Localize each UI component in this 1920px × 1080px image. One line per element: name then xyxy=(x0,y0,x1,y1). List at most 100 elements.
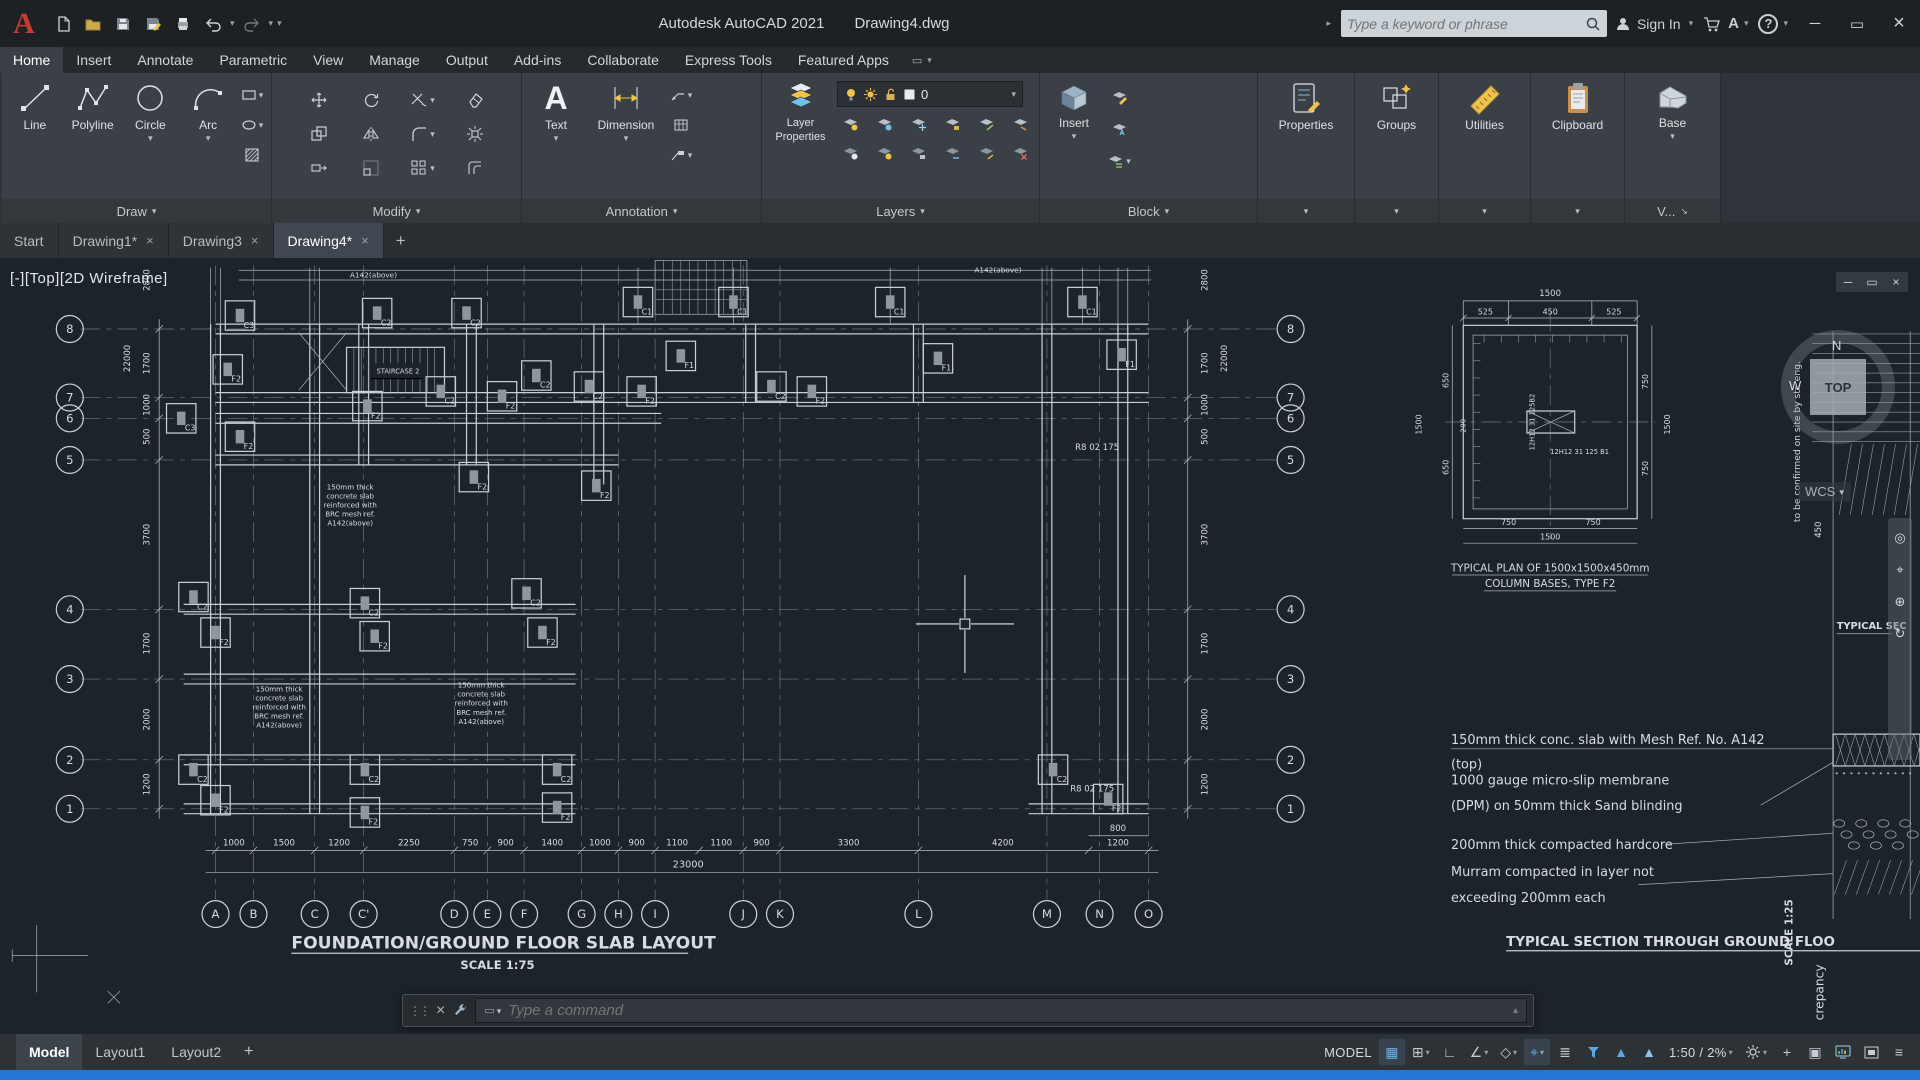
layout-tab-model[interactable]: Model xyxy=(16,1034,82,1070)
insert-dropdown-icon[interactable]: ▾ xyxy=(1072,132,1077,140)
layer-delete-tool[interactable] xyxy=(1007,141,1033,165)
search-icon[interactable] xyxy=(1585,16,1601,32)
arc-dropdown-icon[interactable]: ▾ xyxy=(206,134,211,142)
text-dropdown-icon[interactable]: ▾ xyxy=(554,134,559,142)
ribbon-display-toggle[interactable]: ▭ ▾ xyxy=(902,47,944,73)
viewport-restore-icon[interactable]: ▭ xyxy=(1860,272,1884,292)
isometric-drafting-toggle[interactable]: ◇▾ xyxy=(1495,1039,1522,1065)
lineweight-toggle[interactable]: ≣ xyxy=(1552,1039,1578,1065)
minimize-button[interactable]: ─ xyxy=(1794,0,1836,47)
panel-utilities-footer[interactable]: ▾ xyxy=(1439,199,1530,223)
copy-tool[interactable] xyxy=(306,122,332,146)
clipboard-button[interactable]: Clipboard xyxy=(1539,77,1617,199)
clean-screen-button[interactable] xyxy=(1858,1039,1884,1065)
ribbon-tab-add-ins[interactable]: Add-ins xyxy=(501,47,574,73)
redo-button[interactable] xyxy=(237,8,267,40)
ribbon-tab-featured-apps[interactable]: Featured Apps xyxy=(785,47,902,73)
doc-tab-drawing1-[interactable]: Drawing1*× xyxy=(59,223,169,258)
grid-display-toggle[interactable]: ▦ xyxy=(1379,1039,1405,1065)
search-arrow-icon[interactable]: ▸ xyxy=(1326,18,1331,29)
doc-tab-close-icon[interactable]: × xyxy=(361,233,369,248)
viewcube-top-face[interactable]: TOP xyxy=(1810,359,1866,415)
doc-tab-drawing4-[interactable]: Drawing4*× xyxy=(274,223,384,258)
workspace-switching-button[interactable]: ▾ xyxy=(1740,1039,1772,1065)
groups-button[interactable]: Groups xyxy=(1362,77,1432,199)
ellipse-tool[interactable]: ▾ xyxy=(239,113,265,137)
layer-merge-tool[interactable] xyxy=(973,141,999,165)
panel-properties-footer[interactable]: ▾ xyxy=(1258,199,1354,223)
graphics-performance-button[interactable] xyxy=(1830,1039,1856,1065)
panel-view-footer[interactable]: V...↘ xyxy=(1625,199,1720,223)
nav-wheel-icon[interactable]: ◎ xyxy=(1894,530,1905,546)
layer-thaw-tool[interactable] xyxy=(871,141,897,165)
layer-dropdown[interactable]: 0 ▾ xyxy=(837,81,1023,107)
panel-annotation-footer[interactable]: Annotation▾ xyxy=(522,199,761,223)
viewport-controls[interactable]: [-][Top][2D Wireframe] xyxy=(10,270,168,287)
new-drawing-button[interactable]: + xyxy=(384,223,418,258)
manage-attributes-tool[interactable]: ▾ xyxy=(1106,149,1132,173)
panel-groups-footer[interactable]: ▾ xyxy=(1355,199,1438,223)
ribbon-tab-insert[interactable]: Insert xyxy=(63,47,124,73)
line-tool[interactable]: Line xyxy=(8,77,62,199)
close-button[interactable]: × xyxy=(1878,0,1920,47)
rectangle-tool[interactable]: ▾ xyxy=(239,83,265,107)
panel-layers-footer[interactable]: Layers▾ xyxy=(762,199,1039,223)
trim-tool[interactable]: ▾ xyxy=(410,88,436,112)
layer-match-tool[interactable] xyxy=(973,112,999,136)
mirror-tool[interactable] xyxy=(358,122,384,146)
viewcube-north-label[interactable]: N xyxy=(1832,338,1841,353)
viewport-minimize-icon[interactable]: ─ xyxy=(1836,272,1860,292)
viewcube-west-label[interactable]: W xyxy=(1789,378,1801,393)
quick-access-customize-icon[interactable]: ▾ xyxy=(277,18,282,29)
dimension-tool[interactable]: Dimension ▾ xyxy=(588,77,664,199)
define-attributes-tool[interactable] xyxy=(1106,117,1132,141)
viewport-close-icon[interactable]: × xyxy=(1884,272,1908,292)
command-line[interactable]: ⋮⋮ × ▭▾ ▴ xyxy=(402,994,1534,1027)
panel-launcher-icon[interactable]: ↘ xyxy=(1680,207,1688,215)
isolate-objects-button[interactable]: ▣ xyxy=(1802,1039,1828,1065)
circle-tool[interactable]: Circle ▾ xyxy=(124,77,178,199)
rotate-tool[interactable] xyxy=(358,88,384,112)
layout-tab-layout2[interactable]: Layout2 xyxy=(158,1034,234,1070)
command-input[interactable] xyxy=(508,1002,1506,1019)
layer-off-tool[interactable] xyxy=(837,112,863,136)
layer-walk-tool[interactable] xyxy=(939,141,965,165)
command-input-field[interactable]: ▭▾ ▴ xyxy=(475,998,1527,1023)
command-history-icon[interactable]: ▴ xyxy=(1513,1005,1518,1016)
model-space-toggle[interactable]: MODEL xyxy=(1319,1039,1377,1065)
autodesk-app-icon[interactable]: A▾ xyxy=(1728,15,1750,32)
ribbon-tab-view[interactable]: View xyxy=(300,47,356,73)
doc-tab-drawing3[interactable]: Drawing3× xyxy=(169,223,274,258)
ribbon-tab-manage[interactable]: Manage xyxy=(356,47,433,73)
selection-cycling-toggle[interactable] xyxy=(1580,1039,1606,1065)
customize-button[interactable]: ≡ xyxy=(1886,1039,1912,1065)
scale-tool[interactable] xyxy=(358,156,384,180)
hatch-tool[interactable] xyxy=(239,143,265,167)
new-layout-button[interactable]: + xyxy=(234,1043,263,1061)
help-dropdown-icon[interactable]: ▾ xyxy=(1783,18,1788,29)
navigation-bar[interactable]: ◎ ⌖ ⊕ ↻ xyxy=(1888,518,1912,760)
layer-lock-icon[interactable] xyxy=(883,87,898,102)
command-close-icon[interactable]: × xyxy=(436,1002,445,1020)
annotation-autoscale-toggle[interactable]: ▲ xyxy=(1636,1039,1662,1065)
base-button[interactable]: Base ▾ xyxy=(1633,77,1713,199)
sign-in-dropdown-icon[interactable]: ▾ xyxy=(1689,18,1694,29)
wcs-selector[interactable]: WCS ▾ xyxy=(1798,482,1851,501)
erase-tool[interactable] xyxy=(462,88,488,112)
panel-clipboard-footer[interactable]: ▾ xyxy=(1531,199,1624,223)
layout-tab-layout1[interactable]: Layout1 xyxy=(82,1034,158,1070)
layer-color-swatch[interactable] xyxy=(903,88,916,101)
command-customize-wrench-icon[interactable] xyxy=(452,1003,468,1019)
leader-tool[interactable]: ▾ xyxy=(668,83,694,107)
layer-unlock-tool[interactable] xyxy=(905,141,931,165)
layer-on-tool[interactable] xyxy=(837,141,863,165)
sign-in-button[interactable]: Sign In ▾ xyxy=(1615,16,1695,32)
ribbon-tab-collaborate[interactable]: Collaborate xyxy=(574,47,672,73)
insert-block-tool[interactable]: Insert ▾ xyxy=(1046,77,1102,199)
edit-block-tool[interactable] xyxy=(1106,85,1132,109)
viewcube[interactable]: N W TOP xyxy=(1777,326,1899,448)
annotation-monitor-button[interactable]: + xyxy=(1774,1039,1800,1065)
nav-orbit-icon[interactable]: ↻ xyxy=(1895,626,1906,642)
arc-tool[interactable]: Arc ▾ xyxy=(181,77,235,199)
save-as-button[interactable] xyxy=(138,8,168,40)
